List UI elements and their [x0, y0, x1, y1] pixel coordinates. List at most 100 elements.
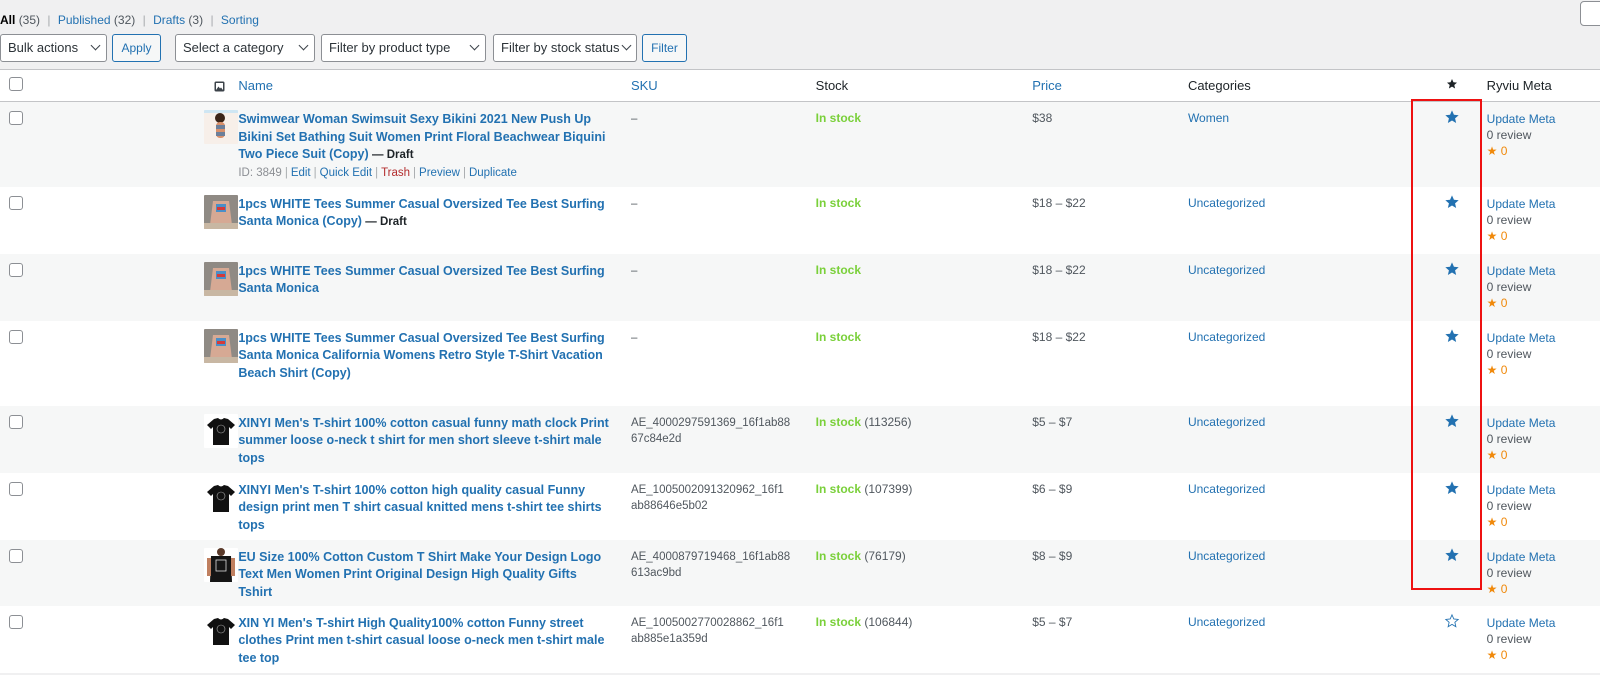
update-meta-link[interactable]: Update Meta	[1487, 111, 1600, 127]
category-link[interactable]: Uncategorized	[1188, 196, 1265, 210]
rating-value: ★ 0	[1486, 362, 1508, 377]
update-meta-link[interactable]: Update Meta	[1487, 549, 1600, 565]
apply-button[interactable]: Apply	[112, 34, 161, 62]
product-thumbnail[interactable]	[204, 413, 239, 448]
category-link[interactable]: Uncategorized	[1188, 615, 1265, 629]
row-checkbox[interactable]	[9, 614, 23, 629]
price-cell: $38	[1032, 102, 1188, 187]
product-type-select[interactable]: Filter by product type	[321, 34, 486, 62]
edit-link[interactable]: Edit	[291, 167, 311, 179]
trash-link[interactable]: Trash	[381, 167, 410, 179]
product-thumbnail[interactable]	[204, 547, 239, 582]
stock-status: In stock	[815, 262, 862, 277]
sku-cell: AE_1005002091320962_16f1 ab88646e5b02	[631, 473, 816, 540]
row-checkbox[interactable]	[9, 481, 23, 496]
category-link[interactable]: Uncategorized	[1188, 263, 1265, 277]
product-thumbnail[interactable]	[204, 613, 239, 648]
category-select[interactable]: Select a category	[175, 34, 315, 62]
quick-edit-link[interactable]: Quick Edit	[320, 167, 372, 179]
product-name-link[interactable]: XINYI Men's T-shirt 100% cotton high qua…	[238, 483, 601, 532]
preview-link[interactable]: Preview	[419, 167, 460, 179]
category-link[interactable]: Uncategorized	[1188, 482, 1265, 496]
categories-cell: Uncategorized	[1188, 540, 1417, 606]
select-all-checkbox[interactable]	[9, 77, 23, 91]
stock-status-select[interactable]: Filter by stock status	[493, 34, 637, 62]
row-checkbox[interactable]	[9, 111, 23, 125]
rating-value: ★ 0	[1486, 581, 1508, 596]
featured-star-filled-icon[interactable]	[1444, 261, 1460, 277]
filter-button[interactable]: Filter	[642, 34, 687, 62]
stock-cell: In stock (107399)	[816, 473, 1033, 540]
separator: |	[210, 13, 214, 27]
separator: |	[142, 13, 146, 27]
product-name-link[interactable]: XINYI Men's T-shirt 100% cotton casual f…	[238, 416, 608, 465]
update-meta-link[interactable]: Update Meta	[1487, 196, 1600, 212]
featured-star-filled-icon[interactable]	[1444, 194, 1460, 210]
featured-star-filled-icon[interactable]	[1444, 413, 1460, 429]
featured-star-filled-icon[interactable]	[1444, 480, 1460, 496]
update-meta-link[interactable]: Update Meta	[1487, 415, 1600, 431]
featured-star-filled-icon[interactable]	[1444, 547, 1460, 563]
name-column-header[interactable]: Name	[238, 69, 631, 102]
view-published[interactable]: Published	[58, 13, 111, 27]
categories-cell: Women	[1188, 102, 1417, 187]
category-link[interactable]: Uncategorized	[1188, 330, 1265, 344]
update-meta-link[interactable]: Update Meta	[1487, 263, 1600, 279]
price-cell: $18 – $22	[1032, 187, 1188, 254]
product-name-link[interactable]: 1pcs WHITE Tees Summer Casual Oversized …	[238, 197, 604, 229]
product-thumbnail[interactable]	[204, 194, 239, 229]
row-checkbox[interactable]	[9, 414, 23, 429]
view-all-count: (35)	[18, 13, 41, 27]
price-value: $5 – $7	[1032, 614, 1073, 629]
category-link[interactable]: Women	[1188, 111, 1229, 125]
table-row: Swimwear Woman Swimsuit Sexy Bikini 2021…	[0, 101, 1600, 187]
row-checkbox[interactable]	[9, 548, 23, 563]
product-thumbnail[interactable]	[204, 480, 239, 515]
sku-column-header[interactable]: SKU	[630, 69, 816, 102]
name-cell: 1pcs WHITE Tees Summer Casual Oversized …	[238, 321, 631, 406]
category-link[interactable]: Uncategorized	[1188, 415, 1265, 429]
bulk-actions-select[interactable]: Bulk actions	[0, 34, 107, 62]
row-checkbox[interactable]	[9, 262, 23, 277]
product-name-link[interactable]: XIN YI Men's T-shirt High Quality100% co…	[238, 616, 604, 665]
price-column-header[interactable]: Price	[1032, 69, 1188, 102]
product-name-link[interactable]: 1pcs WHITE Tees Summer Casual Oversized …	[238, 264, 604, 296]
sku-value: AE_4000297591369_16f1ab88 67c84e2d	[630, 416, 791, 446]
rating-value: ★ 0	[1486, 144, 1508, 158]
product-thumbnail[interactable]	[204, 261, 239, 296]
view-all[interactable]: All	[0, 13, 15, 27]
category-link[interactable]: Uncategorized	[1188, 549, 1265, 563]
featured-star-filled-icon[interactable]	[1444, 328, 1460, 344]
row-checkbox[interactable]	[9, 329, 23, 344]
stock-quantity: (107399)	[864, 481, 913, 496]
table-header: Name SKU Stock Price Categories Ryviu Me…	[0, 69, 1600, 102]
stock-cell: In stock	[816, 187, 1033, 254]
product-name-link[interactable]: EU Size 100% Cotton Custom T Shirt Make …	[238, 550, 601, 599]
stock-cell: In stock	[816, 102, 1033, 187]
product-name-link[interactable]: 1pcs WHITE Tees Summer Casual Oversized …	[238, 331, 604, 380]
duplicate-link[interactable]: Duplicate	[469, 167, 517, 179]
featured-column-header[interactable]	[1417, 69, 1487, 102]
sku-value: AE_1005002091320962_16f1 ab88646e5b02	[630, 483, 784, 513]
update-meta-link[interactable]: Update Meta	[1487, 330, 1600, 346]
ryviu-meta-cell: Update Meta 0 review ★ 0	[1487, 540, 1600, 606]
view-sorting[interactable]: Sorting	[221, 13, 259, 27]
product-thumbnail[interactable]	[204, 328, 239, 363]
price-cell: $5 – $7	[1032, 606, 1188, 673]
ryviu-meta-cell: Update Meta 0 review ★ 0	[1487, 473, 1600, 540]
product-name-link[interactable]: Swimwear Woman Swimsuit Sexy Bikini 2021…	[238, 112, 605, 161]
ryviu-meta-cell: Update Meta 0 review ★ 0	[1487, 102, 1600, 187]
update-meta-link[interactable]: Update Meta	[1487, 482, 1600, 498]
featured-cell	[1417, 406, 1486, 473]
view-drafts[interactable]: Drafts	[153, 13, 185, 27]
stock-quantity: (76179)	[864, 548, 906, 563]
update-meta-link[interactable]: Update Meta	[1487, 615, 1600, 631]
row-checkbox[interactable]	[9, 195, 23, 210]
featured-star-outline-icon[interactable]	[1444, 613, 1460, 629]
search-input[interactable]	[1580, 1, 1600, 26]
stock-status: In stock	[815, 548, 862, 563]
stock-cell: In stock (76179)	[816, 540, 1033, 606]
ryviu-meta-cell: Update Meta 0 review ★ 0	[1487, 406, 1600, 473]
product-thumbnail[interactable]	[204, 110, 239, 144]
featured-star-filled-icon[interactable]	[1444, 109, 1460, 125]
